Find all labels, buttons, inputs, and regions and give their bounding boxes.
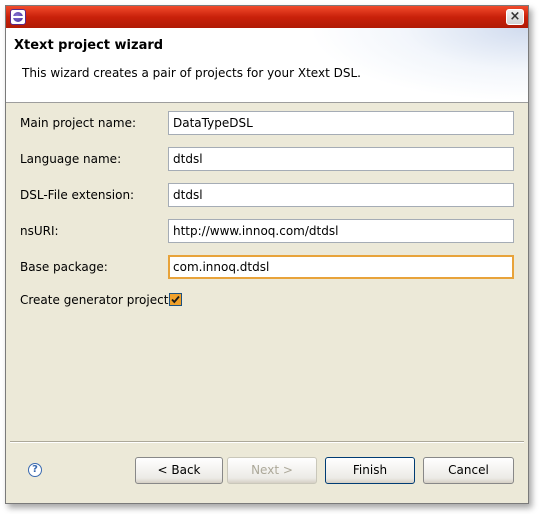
back-button[interactable]: < Back (135, 457, 223, 484)
button-separator (10, 441, 524, 443)
base-package-row: Base package: (6, 255, 528, 279)
base-package-input[interactable] (168, 255, 514, 279)
wizard-title: Xtext project wizard (14, 38, 164, 53)
language-name-label: Language name: (20, 152, 122, 166)
dsl-file-extension-input[interactable] (168, 183, 514, 207)
finish-button[interactable]: Finish (325, 457, 415, 484)
close-button[interactable]: × (506, 9, 524, 25)
wizard-banner: Xtext project wizard This wizard creates… (6, 28, 528, 103)
base-package-label: Base package: (20, 260, 108, 274)
title-bar[interactable]: × (6, 6, 528, 28)
language-name-row: Language name: (6, 147, 528, 171)
dsl-file-extension-row: DSL-File extension: (6, 183, 528, 207)
wizard-description: This wizard creates a pair of projects f… (22, 66, 361, 80)
nsuri-row: nsURI: (6, 219, 528, 243)
cancel-button[interactable]: Cancel (423, 457, 514, 484)
create-generator-checkbox[interactable] (169, 293, 182, 306)
main-project-name-label: Main project name: (20, 116, 136, 130)
nsuri-label: nsURI: (20, 224, 59, 238)
wizard-dialog: × Xtext project wizard This wizard creat… (5, 5, 529, 504)
create-generator-row: Create generator project: (6, 289, 528, 313)
dsl-file-extension-label: DSL-File extension: (20, 188, 135, 202)
main-project-name-input[interactable] (168, 111, 514, 135)
nsuri-input[interactable] (168, 219, 514, 243)
main-project-name-row: Main project name: (6, 111, 528, 135)
checkmark-icon (170, 294, 181, 305)
create-generator-label: Create generator project: (20, 293, 173, 307)
language-name-input[interactable] (168, 147, 514, 171)
eclipse-icon (10, 9, 26, 25)
help-icon[interactable]: ? (28, 463, 42, 477)
banner-graphic (308, 28, 528, 102)
next-button[interactable]: Next > (227, 457, 317, 484)
